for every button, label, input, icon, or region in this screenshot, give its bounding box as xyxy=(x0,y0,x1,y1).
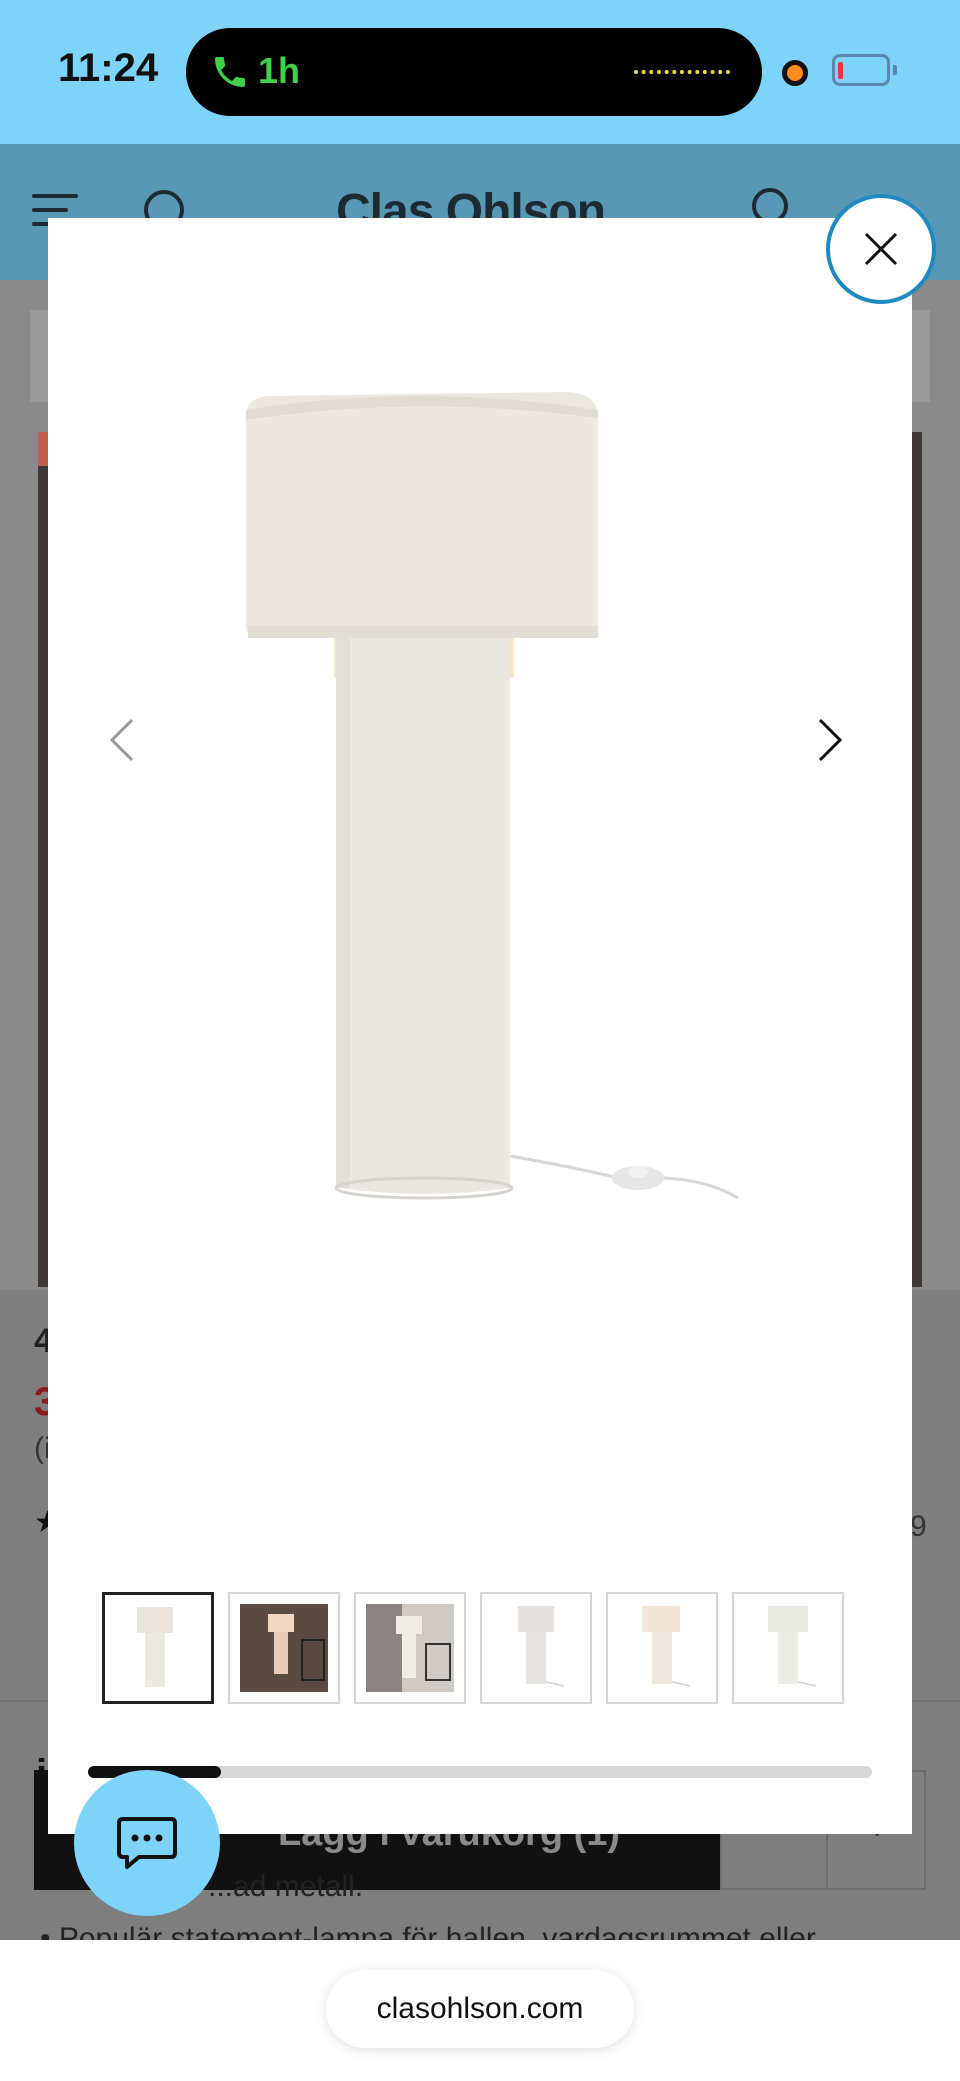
thumbnail-4[interactable] xyxy=(480,1592,592,1704)
thumbnail-5[interactable] xyxy=(606,1592,718,1704)
previous-image-button[interactable] xyxy=(108,716,136,769)
chat-bubble-icon xyxy=(117,1817,177,1869)
thumbnail-image xyxy=(230,1594,338,1702)
battery-tip xyxy=(893,65,897,75)
description-fragment: ...ad metall. xyxy=(208,1870,364,1903)
status-clock: 11:24 xyxy=(58,46,159,90)
dynamic-island[interactable]: 1h xyxy=(186,28,762,116)
camera-indicator-icon xyxy=(782,60,808,86)
chevron-left-icon xyxy=(109,718,134,762)
close-button[interactable] xyxy=(826,194,936,304)
thumbnail-image xyxy=(482,1594,590,1702)
rating-count: 9 xyxy=(910,1510,927,1543)
thumbnail-3[interactable] xyxy=(354,1592,466,1704)
thumbnail-1[interactable] xyxy=(102,1592,214,1704)
call-duration: 1h xyxy=(258,50,301,91)
url-bar[interactable]: clasohlson.com xyxy=(326,1970,634,2048)
gallery-scroll-track[interactable] xyxy=(88,1766,872,1778)
thumbnail-6[interactable] xyxy=(732,1592,844,1704)
next-image-button[interactable] xyxy=(816,716,844,769)
thumbnail-2[interactable] xyxy=(228,1592,340,1704)
thumbnail-strip xyxy=(102,1592,844,1704)
thumbnail-image xyxy=(734,1594,842,1702)
chevron-right-icon xyxy=(818,718,843,762)
thumbnail-image xyxy=(608,1594,716,1702)
close-icon xyxy=(864,232,898,266)
battery-icon xyxy=(832,54,890,86)
status-bar: 11:24 1h xyxy=(0,0,960,144)
chat-button[interactable] xyxy=(74,1770,220,1916)
browser-bottom-bar: clasohlson.com xyxy=(0,1940,960,2081)
battery-level xyxy=(838,62,843,79)
thumbnail-image xyxy=(105,1595,211,1701)
thumbnail-image xyxy=(356,1594,464,1702)
phone-icon xyxy=(215,57,245,87)
info-fragment: i xyxy=(36,1752,48,1796)
product-main-image xyxy=(246,392,739,1200)
waveform-icon xyxy=(634,70,730,74)
